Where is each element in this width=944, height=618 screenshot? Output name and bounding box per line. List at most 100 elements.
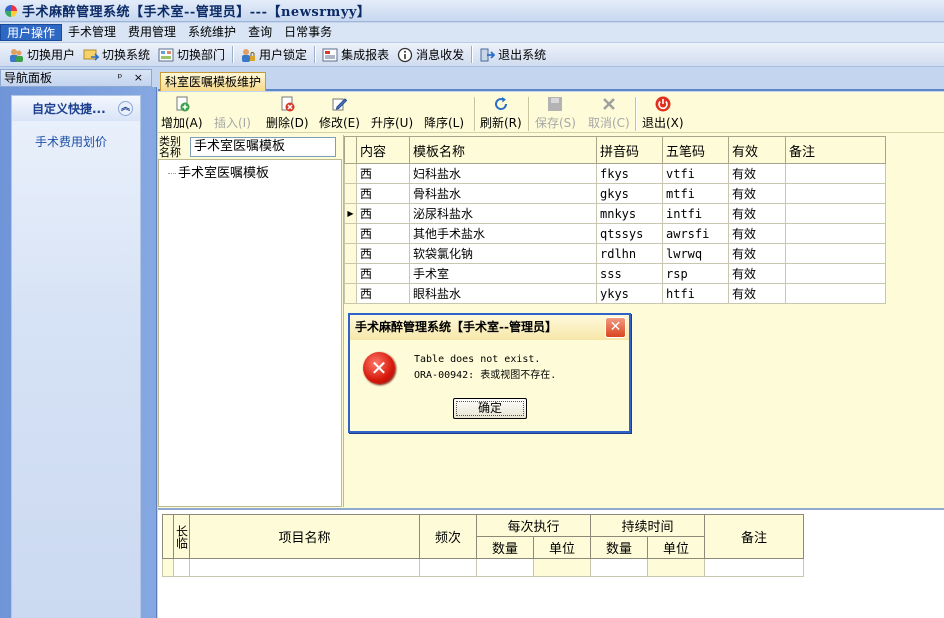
cell-wubi[interactable]: htfi [662,283,729,304]
cell-pinyin[interactable]: ykys [596,283,663,304]
switch-system-button[interactable]: 切换系统 [79,44,154,65]
table-row[interactable]: 西 妇科盐水 fkys vtfi 有效 [344,163,886,184]
cell-valid[interactable]: 有效 [728,223,786,244]
menu-user-operations[interactable]: 用户操作 [0,24,63,41]
col-header-note[interactable]: 备注 [785,136,886,164]
menu-daily-affairs[interactable]: 日常事务 [278,24,338,41]
edit-button[interactable]: 修改(E) [319,96,360,132]
exit-button[interactable]: 退出(X) [642,96,684,132]
table-row[interactable] [162,558,804,577]
col-header-content[interactable]: 内容 [356,136,410,164]
cell-template-name[interactable]: 其他手术盐水 [409,223,597,244]
cell-note[interactable] [785,163,886,184]
col-header-frequency[interactable]: 频次 [419,514,477,559]
col-header-each-unit[interactable]: 单位 [533,536,591,559]
add-button[interactable]: 增加(A) [161,96,203,132]
chevron-up-icon[interactable]: ︽ [118,101,133,116]
integrated-report-button[interactable]: 集成报表 [318,44,393,65]
nav-panel-pin-close-icon[interactable]: ᵖ × [118,70,147,86]
category-name-field[interactable]: 手术室医嘱模板 [190,137,336,157]
cell-content[interactable]: 西 [356,243,410,264]
cell-content[interactable]: 西 [356,183,410,204]
col-header-duration-qty[interactable]: 数量 [590,536,648,559]
cell-valid[interactable]: 有效 [728,203,786,224]
cell-wubi[interactable]: lwrwq [662,243,729,264]
switch-user-button[interactable]: 切换用户 [4,44,79,65]
cell-wubi[interactable]: awrsfi [662,223,729,244]
nav-group-custom-shortcuts[interactable]: 自定义快捷... ︽ [11,95,141,121]
cell-template-name[interactable]: 眼科盐水 [409,283,597,304]
col-header-note[interactable]: 备注 [704,514,804,559]
cell-wubi[interactable]: intfi [662,203,729,224]
cell-valid[interactable]: 有效 [728,183,786,204]
table-row[interactable]: ▶ 西 泌尿科盐水 mnkys intfi 有效 [344,203,886,224]
delete-button[interactable]: 删除(D) [266,96,309,132]
col-header-each-qty[interactable]: 数量 [476,536,534,559]
col-header-valid[interactable]: 有效 [728,136,786,164]
ok-button[interactable]: 确定 [453,398,527,419]
menu-fee-management[interactable]: 费用管理 [122,24,182,41]
sort-descending-button[interactable]: 降序(L) [424,96,464,132]
cell-valid[interactable]: 有效 [728,263,786,284]
cell-note[interactable] [785,203,886,224]
table-row[interactable]: 西 眼科盐水 ykys htfi 有效 [344,283,886,304]
cell-pinyin[interactable]: mnkys [596,203,663,224]
refresh-button[interactable]: 刷新(R) [480,96,522,132]
menu-query[interactable]: 查询 [242,24,278,41]
save-button[interactable]: 保存(S) [535,96,576,132]
menu-system-maintenance[interactable]: 系统维护 [182,24,242,41]
col-header-pinyin[interactable]: 拼音码 [596,136,663,164]
cancel-button[interactable]: 取消(C) [588,96,630,132]
menu-surgery-management[interactable]: 手术管理 [62,24,122,41]
sort-ascending-button[interactable]: 升序(U) [371,96,413,132]
cell-frequency[interactable] [419,558,477,577]
cell-content[interactable]: 西 [356,203,410,224]
cell-long-temp[interactable] [173,558,190,577]
cell-valid[interactable]: 有效 [728,283,786,304]
cell-duration-unit[interactable] [647,558,705,577]
cell-pinyin[interactable]: gkys [596,183,663,204]
tab-dept-order-template[interactable]: 科室医嘱模板维护 [160,72,267,91]
lock-user-button[interactable]: 用户锁定 [236,44,311,65]
cell-template-name[interactable]: 骨科盐水 [409,183,597,204]
cell-note[interactable] [785,223,886,244]
insert-button[interactable]: 插入(I) [214,96,251,132]
switch-department-button[interactable]: 切换部门 [154,44,229,65]
table-row[interactable]: 西 软袋氯化钠 rdlhn lwrwq 有效 [344,243,886,264]
cell-valid[interactable]: 有效 [728,243,786,264]
col-header-long-temp[interactable]: 长临 [173,514,190,559]
exit-system-button[interactable]: 退出系统 [475,44,550,65]
cell-template-name[interactable]: 手术室 [409,263,597,284]
messages-button[interactable]: 消息收发 [393,44,468,65]
cell-wubi[interactable]: vtfi [662,163,729,184]
cell-pinyin[interactable]: fkys [596,163,663,184]
table-row[interactable]: 西 其他手术盐水 qtssys awrsfi 有效 [344,223,886,244]
col-header-wubi[interactable]: 五笔码 [662,136,729,164]
cell-template-name[interactable]: 软袋氯化钠 [409,243,597,264]
cell-content[interactable]: 西 [356,263,410,284]
cell-content[interactable]: 西 [356,283,410,304]
cell-duration-qty[interactable] [590,558,648,577]
tree-node-surgery-template[interactable]: 手术室医嘱模板 [168,162,269,181]
cell-pinyin[interactable]: sss [596,263,663,284]
cell-note[interactable] [704,558,804,577]
cell-pinyin[interactable]: qtssys [596,223,663,244]
cell-wubi[interactable]: mtfi [662,183,729,204]
cell-note[interactable] [785,183,886,204]
cell-item-name[interactable] [189,558,420,577]
cell-note[interactable] [785,243,886,264]
cell-note[interactable] [785,263,886,284]
nav-link-surgery-fee-pricing[interactable]: 手术费用划价 [35,133,107,150]
cell-valid[interactable]: 有效 [728,163,786,184]
cell-note[interactable] [785,283,886,304]
cell-template-name[interactable]: 妇科盐水 [409,163,597,184]
cell-pinyin[interactable]: rdlhn [596,243,663,264]
dialog-close-icon[interactable]: ✕ [605,317,626,338]
cell-content[interactable]: 西 [356,163,410,184]
cell-wubi[interactable]: rsp [662,263,729,284]
table-row[interactable]: 西 骨科盐水 gkys mtfi 有效 [344,183,886,204]
cell-each-qty[interactable] [476,558,534,577]
cell-content[interactable]: 西 [356,223,410,244]
table-row[interactable]: 西 手术室 sss rsp 有效 [344,263,886,284]
col-header-duration-unit[interactable]: 单位 [647,536,705,559]
